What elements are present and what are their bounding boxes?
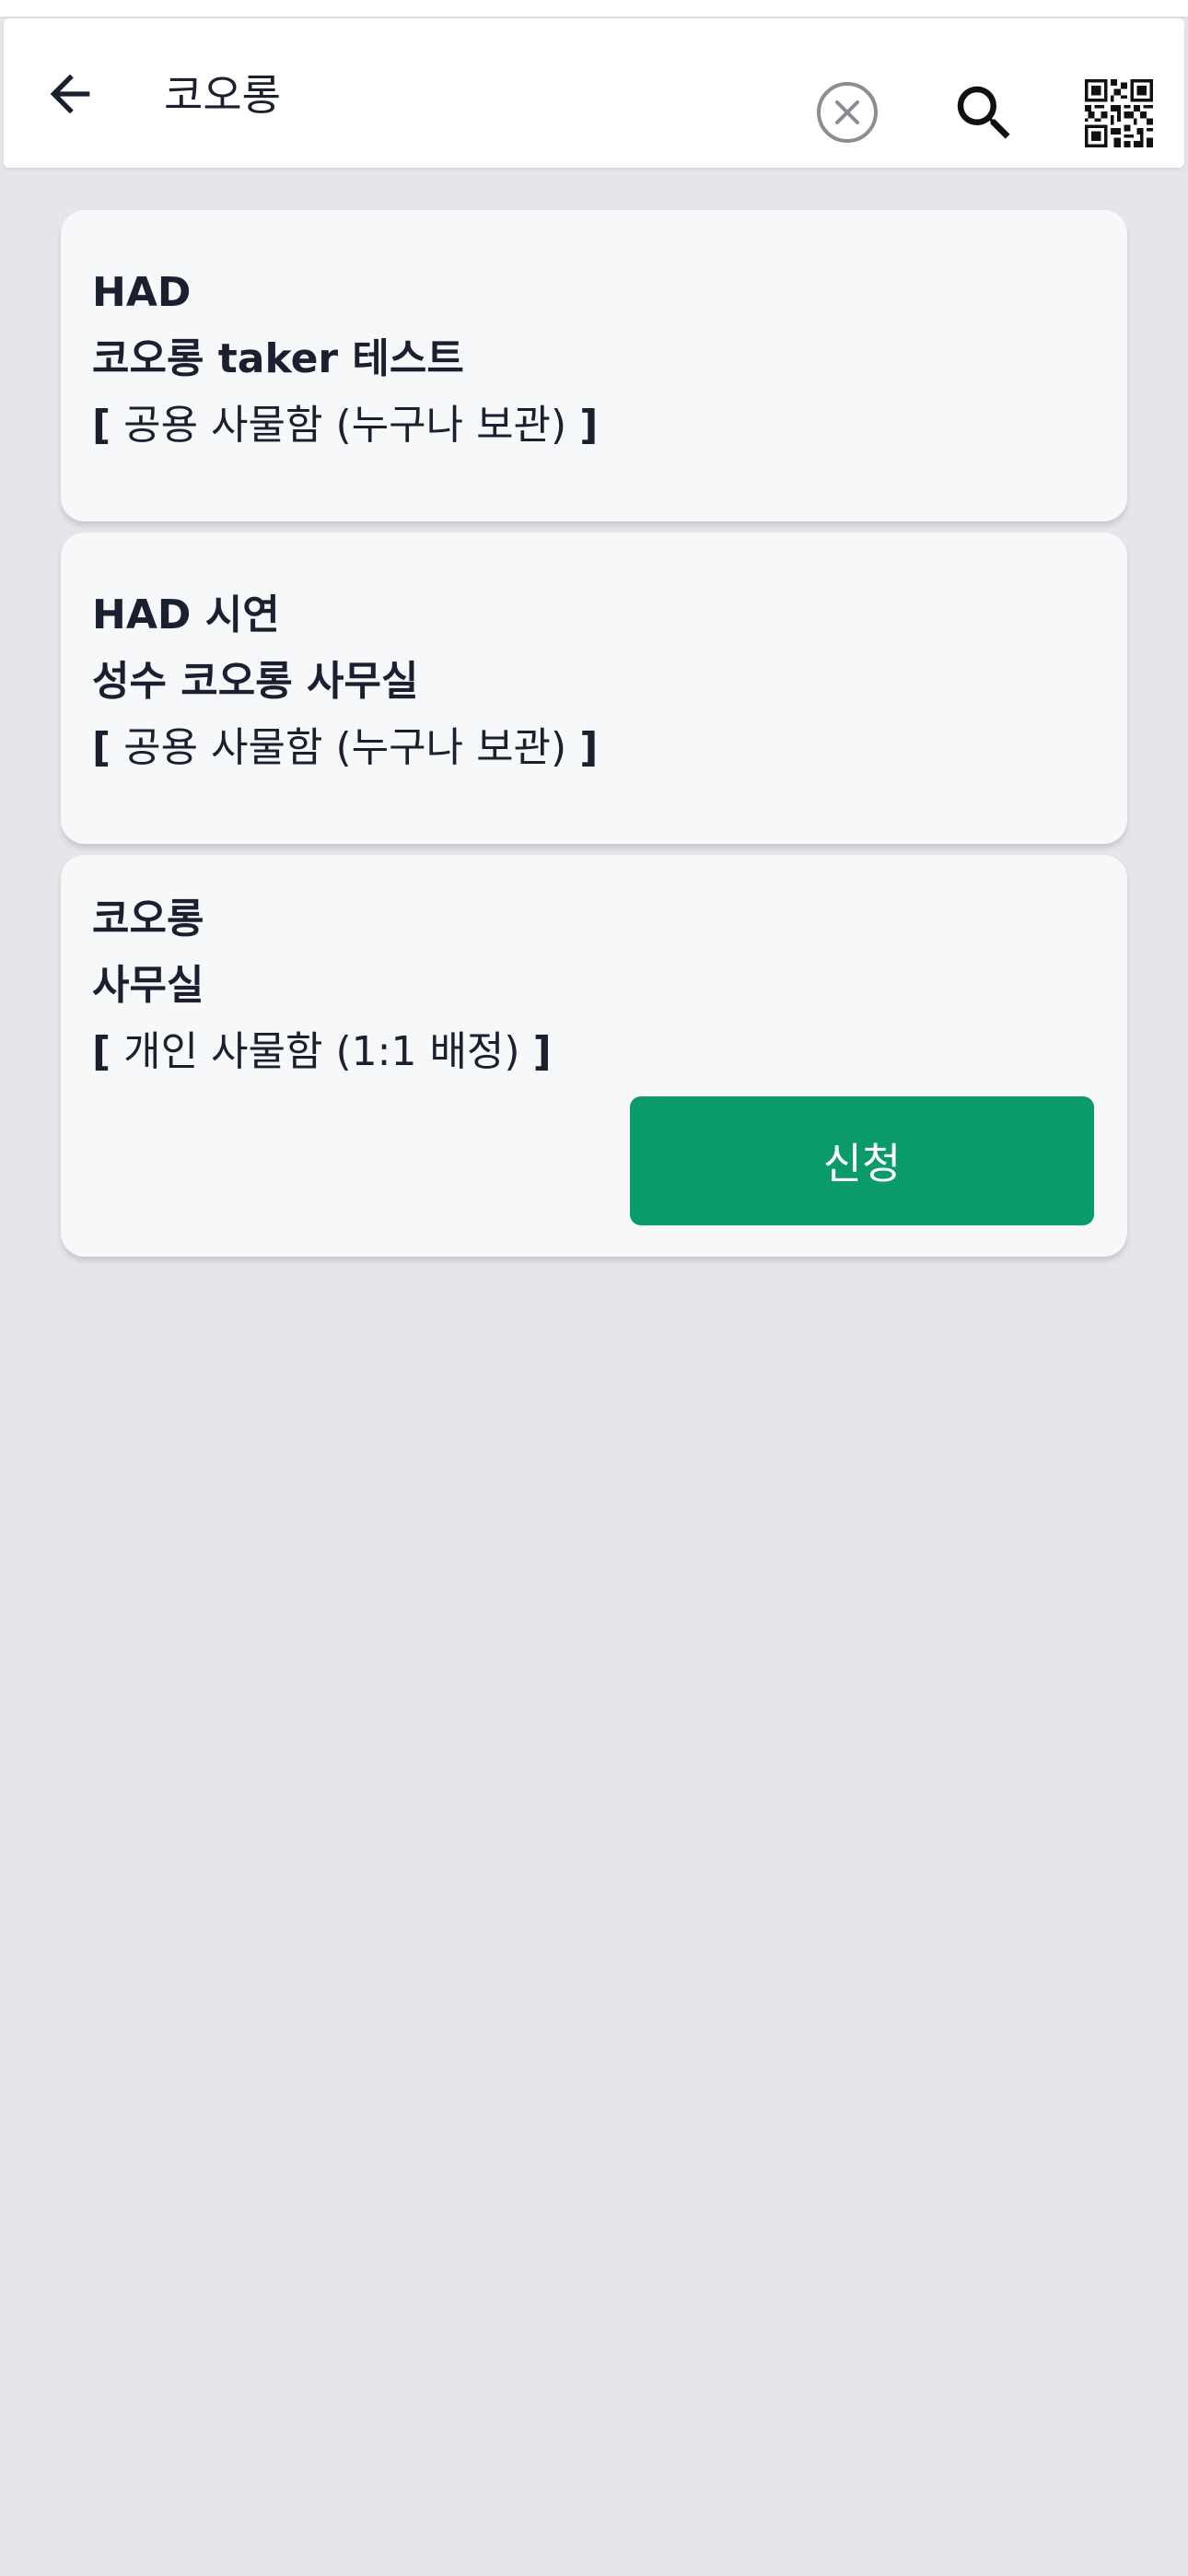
card-location-name: 성수 코오롱 사무실	[92, 658, 419, 705]
apply-button[interactable]: 신청	[630, 1096, 1094, 1225]
locker-type-label: 개인 사물함 (1:1 배정)	[123, 1028, 520, 1075]
bracket-open: [	[92, 724, 111, 771]
card-org-name: HAD 시연	[92, 591, 280, 638]
arrow-left-icon	[50, 74, 90, 114]
qr-scan-button[interactable]	[1081, 76, 1157, 151]
bracket-close: ]	[532, 1028, 552, 1075]
result-card[interactable]: HAD 코오롱 taker 테스트 [ 공용 사물함 (누구나 보관) ]	[61, 210, 1127, 521]
locker-type-label: 공용 사물함 (누구나 보관)	[123, 402, 567, 449]
card-locker-type: [ 공용 사물함 (누구나 보관) ]	[92, 400, 598, 451]
search-icon	[957, 86, 1010, 139]
search-input[interactable]: 코오롱	[164, 63, 281, 127]
bracket-close: ]	[579, 402, 599, 449]
qr-code-icon	[1085, 79, 1153, 147]
card-org-name: 코오롱	[92, 896, 204, 943]
card-org-name: HAD	[92, 269, 192, 316]
card-location-name: 코오롱 taker 테스트	[92, 335, 464, 382]
status-bar-strip	[0, 0, 1188, 18]
clear-search-button[interactable]	[812, 77, 882, 147]
locker-type-label: 공용 사물함 (누구나 보관)	[123, 724, 567, 771]
bracket-open: [	[92, 1028, 111, 1075]
bracket-close: ]	[579, 724, 599, 771]
back-button[interactable]	[31, 55, 109, 133]
clear-circle-icon	[817, 82, 878, 143]
search-button[interactable]	[943, 72, 1026, 155]
card-locker-type: [ 개인 사물함 (1:1 배정) ]	[92, 1026, 552, 1078]
card-location-name: 사무실	[92, 962, 204, 1009]
search-header: 코오롱	[4, 18, 1184, 168]
result-card[interactable]: HAD 시연 성수 코오롱 사무실 [ 공용 사물함 (누구나 보관) ]	[61, 533, 1127, 844]
card-locker-type: [ 공용 사물함 (누구나 보관) ]	[92, 722, 598, 774]
bracket-open: [	[92, 402, 111, 449]
result-card[interactable]: 코오롱 사무실 [ 개인 사물함 (1:1 배정) ] 신청	[61, 855, 1127, 1257]
